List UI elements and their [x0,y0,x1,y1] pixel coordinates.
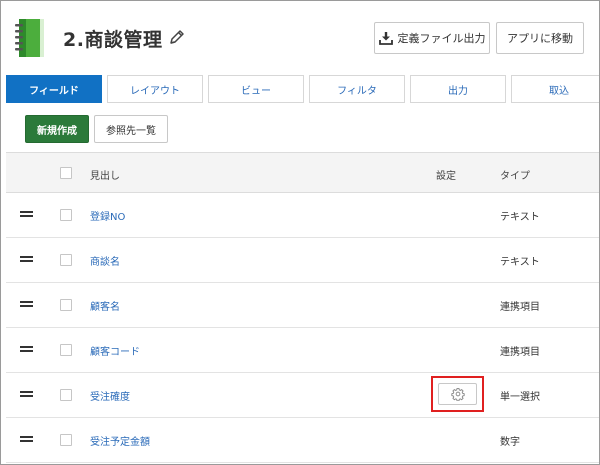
field-name-link[interactable]: 顧客名 [90,298,120,313]
field-name-link[interactable]: 商談名 [90,253,120,268]
column-header-title: 見出し [90,171,120,182]
reference-list-button[interactable]: 参照先一覧 [94,115,168,143]
row-checkbox[interactable] [60,254,72,266]
gear-icon [450,387,465,401]
tab-bar: フィールド レイアウト ビュー フィルタ 出力 取込 [6,75,599,103]
app-header: 2.商談管理 定義ファイル出力 アプリに移動 [1,1,599,73]
field-type: 単一選択 [500,392,540,403]
download-icon [378,32,393,45]
tab-filter[interactable]: フィルタ [309,75,405,103]
field-type: 連携項目 [500,302,540,313]
table-row: 顧客名 連携項目 [6,283,599,328]
field-type: テキスト [500,212,540,223]
row-checkbox[interactable] [60,209,72,221]
app-title: 2.商談管理 [63,29,163,51]
notebook-icon [13,17,47,59]
column-header-settings: 設定 [436,171,456,182]
table-row: 受注予定金額 数字 [6,418,599,463]
drag-handle-icon[interactable] [20,436,33,442]
row-checkbox[interactable] [60,344,72,356]
field-name-link[interactable]: 顧客コード [90,343,140,358]
go-to-app-button[interactable]: アプリに移動 [496,22,584,54]
drag-handle-icon[interactable] [20,391,33,397]
field-settings-button[interactable] [438,383,477,405]
table-row: 登録NO テキスト [6,193,599,238]
drag-handle-icon[interactable] [20,346,33,352]
table-header: 見出し 設定 タイプ [6,153,599,193]
pencil-icon[interactable] [167,27,187,47]
field-name-link[interactable]: 登録NO [90,208,125,223]
row-checkbox[interactable] [60,434,72,446]
table-row: 顧客コード 連携項目 [6,328,599,373]
table-row: 受注確度 単一選択 [6,373,599,418]
tab-view[interactable]: ビュー [208,75,304,103]
field-name-link[interactable]: 受注確度 [90,388,130,403]
new-field-button[interactable]: 新規作成 [25,115,89,143]
field-type: テキスト [500,257,540,268]
drag-handle-icon[interactable] [20,256,33,262]
tab-output[interactable]: 出力 [410,75,506,103]
drag-handle-icon[interactable] [20,211,33,217]
settings-highlight [431,376,484,412]
field-name-link[interactable]: 受注予定金額 [90,433,150,448]
column-header-type: タイプ [500,171,530,182]
row-checkbox[interactable] [60,389,72,401]
app-window: 2.商談管理 定義ファイル出力 アプリに移動 フィールド レイアウト ビュー フ… [0,0,600,465]
tab-fields[interactable]: フィールド [6,75,102,103]
table-row: 商談名 テキスト [6,238,599,283]
field-type: 連携項目 [500,347,540,358]
row-checkbox[interactable] [60,299,72,311]
tab-import[interactable]: 取込 [511,75,599,103]
select-all-checkbox[interactable] [60,167,72,179]
field-table: 見出し 設定 タイプ 登録NO テキスト 商談名 テキスト 顧客名 連携項目 顧… [6,152,599,464]
tab-layout[interactable]: レイアウト [107,75,203,103]
export-definition-button[interactable]: 定義ファイル出力 [374,22,490,54]
field-type: 数字 [500,437,520,448]
export-definition-label: 定義ファイル出力 [397,32,486,45]
drag-handle-icon[interactable] [20,301,33,307]
